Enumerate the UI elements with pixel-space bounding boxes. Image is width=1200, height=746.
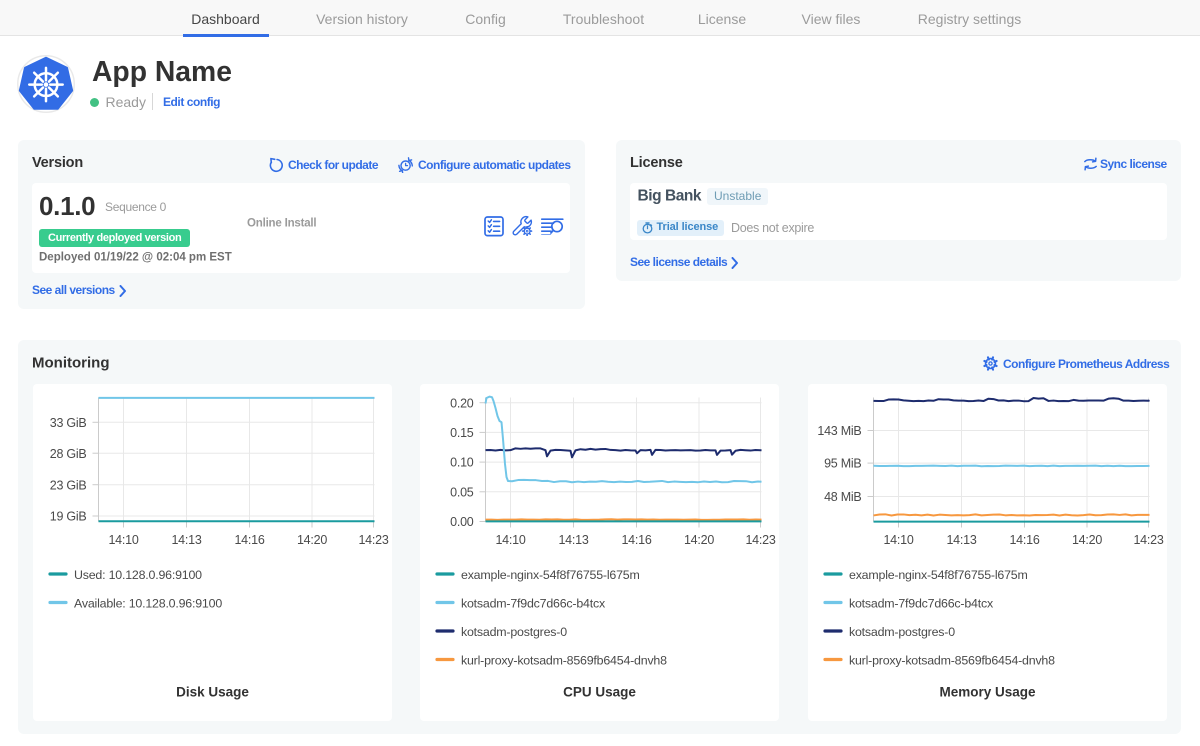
svg-text:14:23: 14:23	[745, 533, 775, 547]
svg-text:kotsadm-postgres-0: kotsadm-postgres-0	[461, 625, 567, 639]
svg-text:0.10: 0.10	[450, 456, 474, 470]
svg-text:95 MiB: 95 MiB	[824, 457, 861, 471]
svg-text:kotsadm-postgres-0: kotsadm-postgres-0	[849, 625, 955, 639]
svg-text:kotsadm-7f9dc7d66c-b4tcx: kotsadm-7f9dc7d66c-b4tcx	[849, 596, 994, 610]
svg-text:0.15: 0.15	[450, 426, 474, 440]
svg-text:14:20: 14:20	[1071, 533, 1101, 547]
svg-text:14:13: 14:13	[171, 533, 201, 547]
svg-text:14:13: 14:13	[558, 533, 588, 547]
svg-text:14:10: 14:10	[495, 533, 525, 547]
svg-text:CPU Usage: CPU Usage	[563, 685, 636, 700]
svg-text:example-nginx-54f8f76755-l675m: example-nginx-54f8f76755-l675m	[461, 568, 640, 582]
svg-text:Disk Usage: Disk Usage	[176, 685, 249, 700]
svg-text:0.05: 0.05	[450, 485, 474, 499]
svg-text:14:23: 14:23	[358, 533, 388, 547]
svg-text:14:20: 14:20	[684, 533, 714, 547]
svg-text:0.20: 0.20	[450, 396, 474, 410]
svg-text:kurl-proxy-kotsadm-8569fb6454-: kurl-proxy-kotsadm-8569fb6454-dnvh8	[849, 653, 1055, 667]
svg-text:kotsadm-7f9dc7d66c-b4tcx: kotsadm-7f9dc7d66c-b4tcx	[461, 596, 606, 610]
svg-text:48 MiB: 48 MiB	[824, 490, 861, 504]
svg-text:14:23: 14:23	[1133, 533, 1163, 547]
svg-text:23 GiB: 23 GiB	[49, 478, 86, 492]
svg-text:14:16: 14:16	[621, 533, 651, 547]
svg-text:143 MiB: 143 MiB	[817, 424, 861, 438]
svg-text:19 GiB: 19 GiB	[49, 510, 86, 524]
svg-text:33 GiB: 33 GiB	[49, 416, 86, 430]
svg-text:14:10: 14:10	[108, 533, 138, 547]
svg-text:14:10: 14:10	[883, 533, 913, 547]
svg-text:Used: 10.128.0.96:9100: Used: 10.128.0.96:9100	[74, 568, 202, 582]
svg-text:0.00: 0.00	[450, 515, 474, 529]
svg-text:14:13: 14:13	[946, 533, 976, 547]
svg-text:Memory Usage: Memory Usage	[939, 685, 1036, 700]
svg-text:14:16: 14:16	[234, 533, 264, 547]
svg-text:14:16: 14:16	[1009, 533, 1039, 547]
svg-text:kurl-proxy-kotsadm-8569fb6454-: kurl-proxy-kotsadm-8569fb6454-dnvh8	[461, 653, 667, 667]
svg-text:Available: 10.128.0.96:9100: Available: 10.128.0.96:9100	[74, 596, 222, 610]
svg-text:14:20: 14:20	[296, 533, 326, 547]
svg-text:28 GiB: 28 GiB	[49, 447, 86, 461]
svg-text:example-nginx-54f8f76755-l675m: example-nginx-54f8f76755-l675m	[849, 568, 1028, 582]
